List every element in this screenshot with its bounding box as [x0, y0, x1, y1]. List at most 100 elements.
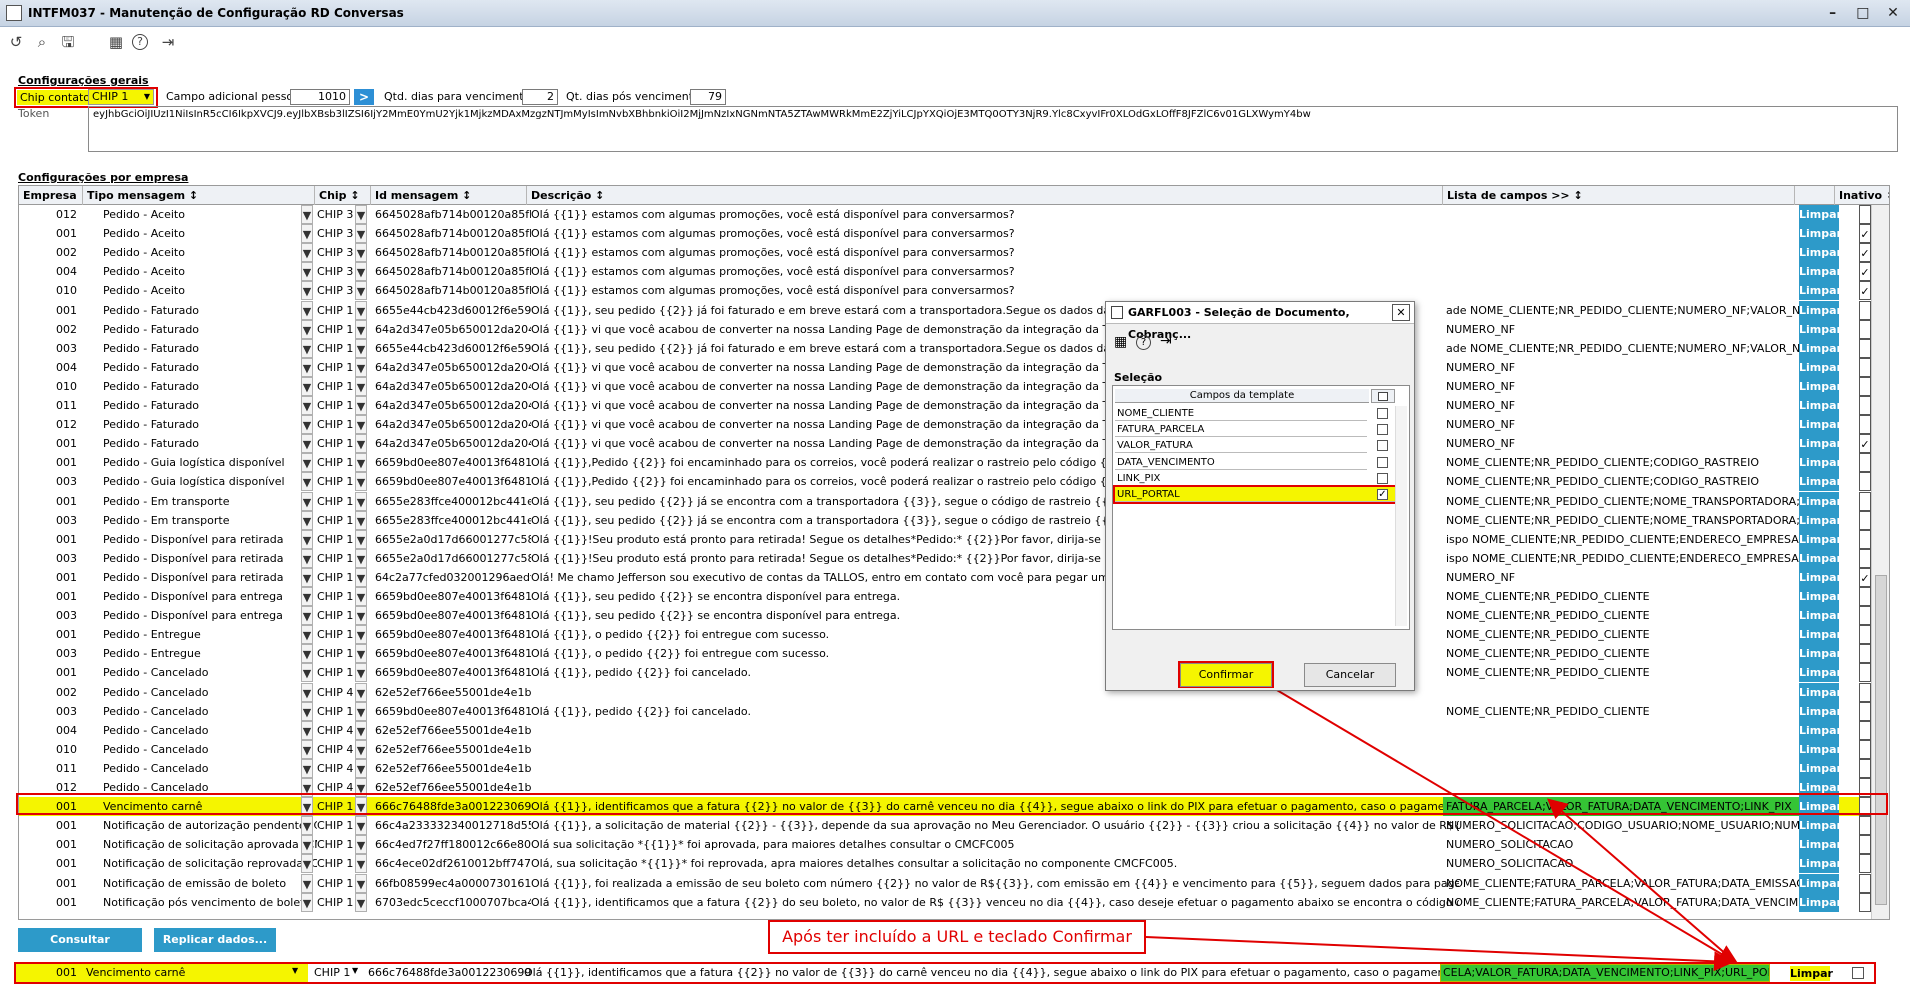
cell-empresa[interactable]: 001 — [19, 453, 81, 472]
cell-tipo[interactable]: Pedido - Em transporte — [83, 511, 317, 530]
cell-id-mensagem[interactable]: 64a2d347e05b650012da204a — [371, 415, 531, 434]
search-icon[interactable]: ⌕ — [32, 32, 52, 52]
cell-descricao[interactable]: Olá, sua solicitação *{{1}}* foi reprova… — [527, 854, 1459, 873]
chevron-down-icon[interactable]: ▼ — [301, 205, 313, 224]
limpar-button[interactable]: Limpar — [1799, 816, 1839, 836]
table-row[interactable]: 001 Pedido - Disponível para retirada ▼ CHI… — [19, 529, 1871, 549]
cell-empresa[interactable]: 002 — [19, 320, 81, 339]
cell-id-mensagem[interactable]: 64a2d347e05b650012da204a — [371, 377, 531, 396]
cell-id-mensagem[interactable]: 6655e2a0d17d66001277c587 — [371, 530, 531, 549]
chevron-down-icon[interactable]: ▼ — [301, 587, 313, 606]
table-row[interactable]: 012 Pedido - Aceito ▼ CHIP 3 ▼ 6645028afb714b… — [19, 205, 1871, 224]
inativo-checkbox[interactable] — [1859, 720, 1871, 740]
table-row[interactable]: 001 Notificação de solicitação reprovada … — [19, 854, 1871, 874]
cell-lista-campos[interactable] — [1443, 721, 1815, 740]
cell-tipo[interactable]: Pedido - Faturado — [83, 339, 317, 358]
cell-lista-campos[interactable]: NOME_CLIENTE;NR_PEDIDO_CLIENTE;NOME_TRAN… — [1443, 511, 1815, 530]
cell-lista-campos[interactable]: NOME_CLIENTE;NR_PEDIDO_CLIENTE — [1443, 587, 1815, 606]
table-row[interactable]: 003 Pedido - Guia logística disponível ▼ CH… — [19, 472, 1871, 492]
cell-id-mensagem[interactable]: 66c4ece02df2610012bff747 — [371, 854, 531, 873]
limpar-button[interactable]: Limpar — [1799, 205, 1839, 224]
help-icon[interactable]: ? — [1136, 335, 1151, 350]
limpar-button[interactable]: Limpar — [1799, 854, 1839, 874]
limpar-button[interactable]: Limpar — [1799, 663, 1839, 683]
chevron-down-icon[interactable]: ▼ — [301, 300, 313, 320]
cell-id-mensagem[interactable]: 6655e283ffce400012bc441e — [371, 511, 531, 530]
cell-descricao[interactable]: Olá {{1}} estamos com algumas promoções,… — [527, 281, 1459, 300]
inativo-checkbox[interactable] — [1859, 396, 1871, 415]
table-row[interactable]: 002 Pedido - Faturado ▼ CHIP 1 ▼ 64a2d347e05b… — [19, 319, 1871, 339]
limpar-button[interactable]: Limpar — [1799, 376, 1839, 396]
consultar-templates-button[interactable]: Consultar templates... — [18, 928, 142, 970]
cell-empresa[interactable]: 002 — [19, 243, 81, 262]
cell-chip[interactable]: CHIP 1 — [313, 453, 357, 472]
cell-chip[interactable]: CHIP 1 — [313, 835, 357, 854]
chevron-down-icon[interactable]: ▼ — [301, 720, 313, 740]
cell-chip[interactable]: CHIP 1 — [313, 644, 357, 663]
cell-tipo[interactable]: Pedido - Entregue — [83, 644, 317, 663]
limpar-button[interactable]: Limpar — [1799, 510, 1839, 530]
cell-tipo[interactable]: Pedido - Cancelado — [83, 721, 317, 740]
limpar-button[interactable]: Limpar — [1799, 472, 1839, 492]
inativo-checkbox[interactable]: ✓ — [1859, 567, 1871, 587]
table-row[interactable]: 010 Pedido - Cancelado ▼ CHIP 4 ▼ 62e52ef766e… — [19, 739, 1871, 759]
cell-chip[interactable]: CHIP 1 — [313, 396, 357, 415]
cell-id-mensagem[interactable]: 64c2a77cfed032001296aedf — [371, 568, 531, 587]
calendar-icon[interactable]: ▦ — [1114, 334, 1127, 350]
cell-descricao[interactable]: Olá {{1}} estamos com algumas promoções,… — [527, 262, 1459, 281]
inativo-checkbox[interactable] — [1859, 453, 1871, 473]
cell-tipo[interactable]: Pedido - Guia logística disponível — [83, 472, 317, 491]
inativo-checkbox[interactable] — [1859, 873, 1871, 893]
limpar-button[interactable]: Limpar — [1799, 873, 1839, 893]
cell-empresa[interactable]: 002 — [19, 683, 81, 702]
chevron-down-icon[interactable]: ▼ — [355, 701, 367, 721]
limpar-button[interactable]: Limpar — [1799, 243, 1839, 263]
chevron-down-icon[interactable]: ▼ — [355, 892, 367, 912]
col-id[interactable]: Id mensagem ↕ — [371, 186, 527, 205]
cell-tipo[interactable]: Pedido - Aceito — [83, 262, 317, 281]
table-row[interactable]: 001 Pedido - Cancelado ▼ CHIP 1 ▼ 6659bd0ee80… — [19, 663, 1871, 683]
table-row[interactable]: 003 Pedido - Entregue ▼ CHIP 1 ▼ 6659bd0ee807… — [19, 644, 1871, 664]
cell-chip[interactable]: CHIP 4 — [313, 721, 357, 740]
chevron-down-icon[interactable]: ▼ — [355, 625, 367, 645]
limpar-button[interactable]: Limpar — [1799, 319, 1839, 339]
cancelar-button[interactable]: Cancelar — [1304, 663, 1396, 687]
dialog-close-button[interactable]: ✕ — [1392, 304, 1410, 321]
cell-descricao[interactable]: Olá sua solicitação *{{1}}* foi aprovada… — [527, 835, 1459, 854]
cell-empresa[interactable]: 001 — [19, 893, 81, 912]
chevron-down-icon[interactable]: ▼ — [355, 854, 367, 874]
cell-id-mensagem[interactable]: 6645028afb714b00120a85fb — [371, 243, 531, 262]
inativo-checkbox[interactable] — [1859, 854, 1871, 874]
limpar-button[interactable]: Limpar — [1799, 548, 1839, 568]
chevron-down-icon[interactable]: ▼ — [355, 357, 367, 377]
inativo-checkbox[interactable] — [1859, 472, 1871, 492]
chevron-down-icon[interactable]: ▼ — [301, 682, 313, 702]
cell-tipo[interactable]: Notificação de emissão de boleto — [83, 874, 317, 893]
cell-chip[interactable]: CHIP 1 — [313, 301, 357, 320]
maximize-button[interactable]: □ — [1852, 3, 1874, 23]
dialog-item-checkbox[interactable] — [1377, 440, 1388, 452]
dialog-select-all[interactable] — [1371, 389, 1395, 403]
cell-lista-campos[interactable]: NOME_CLIENTE;NR_PEDIDO_CLIENTE;CODIGO_RA… — [1443, 453, 1815, 472]
inativo-checkbox[interactable] — [1859, 682, 1871, 702]
inativo-checkbox[interactable] — [1859, 892, 1871, 912]
cell-descricao[interactable]: Olá {{1}}, a solicitação de material {{2… — [527, 816, 1459, 835]
cell-id-mensagem[interactable]: 62e52ef766ee55001de4e1b3 — [371, 759, 531, 778]
cell-chip[interactable]: CHIP 4 — [313, 759, 357, 778]
cell-empresa[interactable]: 003 — [19, 606, 81, 625]
cell-lista-campos[interactable]: NUMERO_NF — [1443, 377, 1815, 396]
cell-tipo[interactable]: Notificação de solicitação aprovada (CMC… — [83, 835, 317, 854]
table-row[interactable]: 001 Pedido - Guia logística disponível ▼ CH… — [19, 453, 1871, 473]
cell-tipo[interactable]: Pedido - Faturado — [83, 301, 317, 320]
cell-chip[interactable]: CHIP 1 — [313, 606, 357, 625]
inativo-checkbox[interactable] — [1859, 739, 1871, 759]
limpar-button[interactable]: Limpar — [1799, 453, 1839, 473]
cell-id-mensagem[interactable]: 6645028afb714b00120a85fb — [371, 205, 531, 224]
dialog-item-checkbox[interactable] — [1377, 424, 1388, 436]
inativo-checkbox[interactable]: ✓ — [1859, 243, 1871, 263]
inativo-checkbox[interactable] — [1859, 816, 1871, 836]
cell-lista-campos[interactable]: ade NOME_CLIENTE;NR_PEDIDO_CLIENTE;NUMER… — [1443, 339, 1815, 358]
chevron-down-icon[interactable]: ▼ — [301, 224, 313, 244]
cell-empresa[interactable]: 001 — [19, 530, 81, 549]
inativo-checkbox[interactable] — [1859, 319, 1871, 339]
